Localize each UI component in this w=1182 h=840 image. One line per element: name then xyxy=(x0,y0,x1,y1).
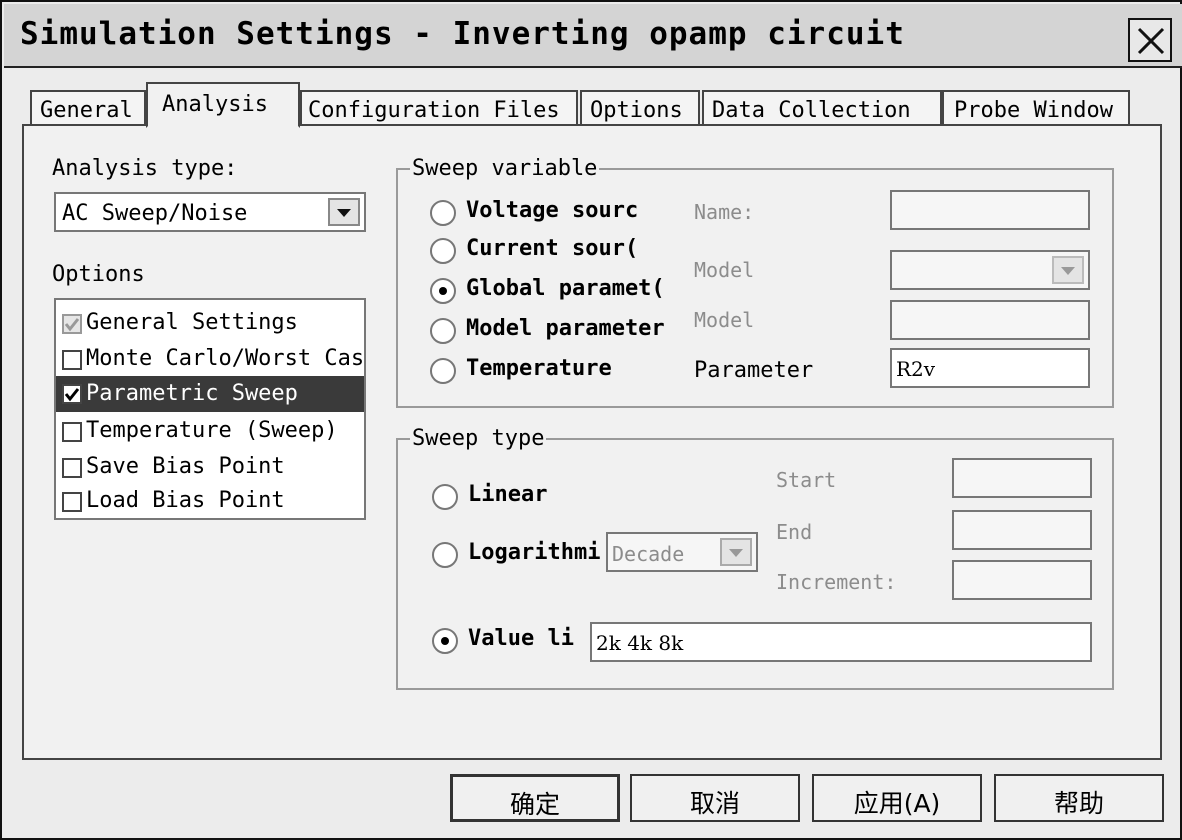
model-type-dropdown-button[interactable] xyxy=(1052,256,1084,284)
list-item-load-bias-point[interactable]: Load Bias Point xyxy=(56,484,364,518)
log-scale-select[interactable]: Decade xyxy=(606,532,758,572)
analysis-panel: Analysis type: AC Sweep/Noise Options Ge… xyxy=(22,124,1162,760)
radio-model-parameter[interactable] xyxy=(430,318,456,344)
radio-value-list[interactable] xyxy=(432,628,458,654)
checkbox-load-bias-point[interactable] xyxy=(62,492,82,512)
analysis-type-label: Analysis type: xyxy=(52,156,238,181)
radio-logarithmic[interactable] xyxy=(432,542,458,568)
checkbox-monte-carlo[interactable] xyxy=(62,350,82,370)
options-list[interactable]: General Settings Monte Carlo/Worst Cas P… xyxy=(54,298,366,520)
checkbox-save-bias-point[interactable] xyxy=(62,458,82,478)
parameter-input[interactable]: R2v xyxy=(890,348,1090,388)
radio-global-parameter[interactable] xyxy=(430,278,456,304)
radio-temperature[interactable] xyxy=(430,358,456,384)
chevron-down-icon xyxy=(729,549,743,557)
linear-label: Linear xyxy=(468,482,548,507)
options-label: Options xyxy=(52,262,145,287)
list-item-general-settings[interactable]: General Settings xyxy=(56,306,364,340)
radio-linear[interactable] xyxy=(432,484,458,510)
increment-label: Increment: xyxy=(776,570,897,594)
parameter-label: Parameter xyxy=(694,358,814,383)
end-label: End xyxy=(776,520,813,544)
tab-general[interactable]: General xyxy=(30,90,146,126)
radio-voltage-source[interactable] xyxy=(430,200,456,226)
value-list-label: Value li xyxy=(468,626,574,651)
checkbox-parametric-sweep[interactable] xyxy=(62,384,82,404)
radio-current-source[interactable] xyxy=(430,238,456,264)
name-input[interactable] xyxy=(890,190,1090,230)
model-parameter-label: Model parameter xyxy=(466,316,665,341)
analysis-type-select[interactable]: AC Sweep/Noise xyxy=(54,192,366,232)
checkbox-general-settings[interactable] xyxy=(62,314,82,334)
list-item-parametric-sweep[interactable]: Parametric Sweep xyxy=(56,376,364,412)
model-type-select[interactable] xyxy=(890,250,1090,290)
cancel-button[interactable]: 取消 xyxy=(630,774,800,822)
model-name-label: Model xyxy=(694,308,755,332)
model-type-label: Model xyxy=(694,258,755,282)
close-icon xyxy=(1137,27,1165,55)
chevron-down-icon xyxy=(337,209,351,217)
temperature-label: Temperature xyxy=(466,356,612,381)
end-input[interactable] xyxy=(952,510,1092,550)
start-input[interactable] xyxy=(952,458,1092,498)
start-label: Start xyxy=(776,468,837,492)
chevron-down-icon xyxy=(1061,267,1075,275)
logarithmic-label: Logarithmi xyxy=(468,540,601,565)
list-item-monte-carlo[interactable]: Monte Carlo/Worst Cas xyxy=(56,342,364,376)
log-scale-dropdown-button[interactable] xyxy=(720,538,752,566)
close-button[interactable] xyxy=(1128,18,1172,62)
title-bar[interactable]: Simulation Settings - Inverting opamp ci… xyxy=(4,4,1182,68)
model-name-input[interactable] xyxy=(890,300,1090,340)
current-source-label: Current sour( xyxy=(466,236,639,261)
name-label: Name: xyxy=(694,200,755,224)
apply-button[interactable]: 应用(A) xyxy=(812,774,982,822)
window-title: Simulation Settings - Inverting opamp ci… xyxy=(20,16,905,52)
ok-button[interactable]: 确定 xyxy=(450,774,620,822)
dialog-window: Simulation Settings - Inverting opamp ci… xyxy=(0,0,1182,840)
tab-analysis[interactable]: Analysis xyxy=(146,82,300,128)
sweep-variable-legend: Sweep variable xyxy=(410,156,600,181)
sweep-type-legend: Sweep type xyxy=(410,426,547,451)
voltage-source-label: Voltage sourc xyxy=(466,198,639,223)
tab-options[interactable]: Options xyxy=(580,90,700,126)
check-icon xyxy=(64,388,80,402)
list-item-save-bias-point[interactable]: Save Bias Point xyxy=(56,450,364,484)
tab-configuration-files[interactable]: Configuration Files xyxy=(300,90,578,126)
value-list-input[interactable]: 2k 4k 8k xyxy=(590,622,1092,662)
check-icon xyxy=(64,318,80,332)
help-button[interactable]: 帮助 xyxy=(994,774,1164,822)
analysis-type-dropdown-button[interactable] xyxy=(328,198,360,226)
tab-data-collection[interactable]: Data Collection xyxy=(702,90,942,126)
tab-probe-window[interactable]: Probe Window xyxy=(942,90,1130,126)
analysis-type-value: AC Sweep/Noise xyxy=(62,201,248,226)
list-item-temperature-sweep[interactable]: Temperature (Sweep) xyxy=(56,414,364,448)
global-parameter-label: Global paramet( xyxy=(466,276,665,301)
checkbox-temperature-sweep[interactable] xyxy=(62,422,82,442)
increment-input[interactable] xyxy=(952,560,1092,600)
